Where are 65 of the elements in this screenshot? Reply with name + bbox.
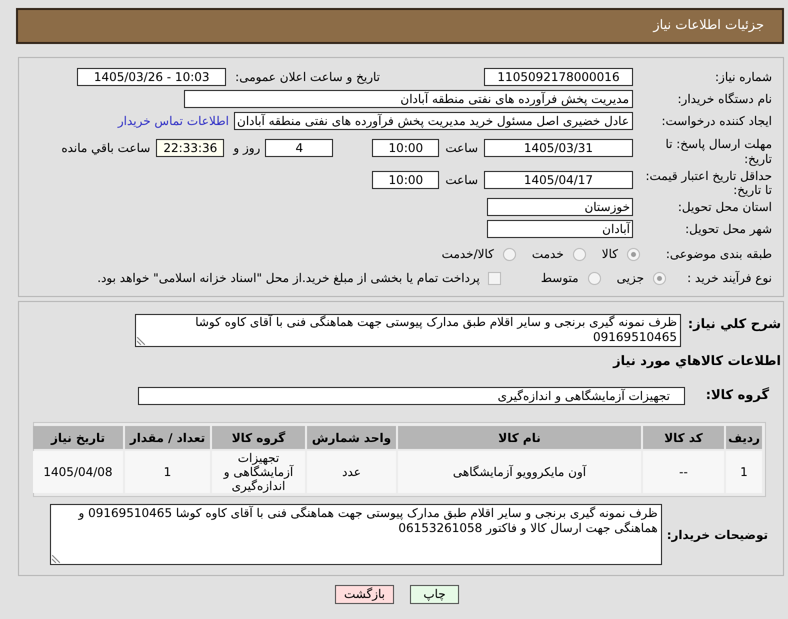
field-label: نوع فرآیند خرید : [686, 270, 772, 287]
page-title: جزئیات اطلاعات نیاز [653, 17, 764, 36]
field-label: نام دستگاه خریدار: [676, 91, 772, 108]
field-label: حداقل تاریخ اعتبار قیمت: تا تاریخ: [644, 169, 772, 197]
text-field[interactable]: تجهیزات آزمایشگاهی و اندازه‌گیری [138, 387, 685, 405]
field-label: شهر محل تحویل: [684, 221, 772, 238]
table-cell: 1 [125, 451, 210, 493]
column-header: کد کالا [643, 426, 724, 449]
text-field[interactable]: آبادان [487, 220, 633, 238]
text-field[interactable]: 1105092178000016 [484, 68, 633, 86]
table-cell: -- [643, 451, 724, 493]
column-header: نام کالا [398, 426, 641, 449]
radio-button[interactable] [588, 272, 601, 284]
description-field[interactable]: ظرف نمونه گیری برنجی و سایر اقلام طبق مدارک پیوستی جهت هماهنگی فنی با آقای کاوه کوشا 09169510465 [135, 314, 681, 347]
radio-label[interactable]: متوسط [540, 269, 579, 287]
field-label: ساعت باقي مانده [61, 140, 150, 157]
field-label: گروه کالا: [704, 386, 769, 406]
resize-grip-icon[interactable] [52, 555, 60, 563]
field-label: مهلت ارسال پاسخ: تا تاریخ: [664, 137, 772, 167]
days-field[interactable]: 4 [265, 139, 334, 157]
field-label: تاریخ و ساعت اعلان عمومی: [235, 69, 380, 86]
field-label: توضیحات خریدار: [666, 526, 768, 544]
text-field[interactable]: عادل خضیری اصل مسئول خرید مدیریت پخش فرآورده های نفتی منطقه آبادان [234, 112, 633, 130]
table-cell: آون مایکروویو آزمایشگاهی [398, 451, 641, 493]
resize-grip-icon[interactable] [137, 337, 145, 345]
text-field[interactable]: مدیریت پخش فرآورده های نفتی منطقه آبادان [184, 90, 633, 108]
field-label: ساعت [445, 140, 478, 157]
print-button[interactable]: چاپ [410, 585, 459, 604]
column-header: ردیف [726, 426, 762, 449]
back-button[interactable]: بازگشت [335, 585, 394, 604]
section-heading: اطلاعات کالاهاي مورد نیاز [613, 354, 781, 370]
field-label: استان محل تحویل: [676, 199, 772, 216]
time-field[interactable]: 10:00 [372, 171, 440, 189]
field-label: شرح کلي نیاز: [686, 316, 781, 334]
field-label: روز و [233, 140, 260, 157]
notes-field[interactable]: ظرف نمونه گیری برنجی و سایر اقلام طبق مدارک پیوستی جهت هماهنگی فنی با آقای کاوه کوشا 09169510465 و هماهنگی جهت ارسال کالا و فاکتور 06153261058 [50, 504, 662, 565]
field-label: طبقه بندی موضوعی: [664, 246, 772, 263]
field-label: ایجاد کننده درخواست: [660, 113, 772, 130]
radio-button[interactable] [572, 248, 586, 260]
column-header: تاریخ نیاز [33, 426, 123, 449]
radio-label[interactable]: کالا/خدمت [442, 245, 494, 263]
checkbox-label[interactable]: پرداخت تمام یا بخشی از مبلغ خرید.از محل "اسناد خزانه اسلامی" خواهد بود. [97, 269, 480, 287]
checkbox[interactable] [488, 272, 501, 284]
radio-label[interactable]: کالا [602, 245, 618, 263]
radio-button[interactable] [502, 248, 516, 260]
radio-label[interactable]: جزیی [616, 269, 644, 287]
column-header: تعداد / مقدار [125, 426, 210, 449]
field-label: ساعت [445, 172, 478, 189]
text-field[interactable]: خوزستان [487, 198, 633, 216]
table-cell: عدد [307, 451, 396, 493]
radio-button[interactable] [653, 272, 666, 284]
table-cell: تجهیزات آزمایشگاهی و اندازه‌گیری [212, 451, 305, 493]
radio-label[interactable]: خدمت [532, 245, 564, 263]
table-cell: 1 [726, 451, 762, 493]
date-field[interactable]: 1405/04/17 [484, 171, 633, 189]
column-header: واحد شمارش [307, 426, 396, 449]
contact-link[interactable]: اطلاعات تماس خریدار [118, 112, 229, 130]
time-field[interactable]: 10:00 [372, 139, 440, 157]
countdown-field[interactable]: 22:33:36 [156, 139, 224, 157]
table-cell: 1405/04/08 [33, 451, 123, 493]
radio-button[interactable] [627, 248, 640, 260]
field-label: شماره نیاز: [714, 69, 772, 86]
column-header: گروه کالا [212, 426, 305, 449]
date-field[interactable]: 1405/03/31 [484, 139, 633, 157]
date-time-field[interactable]: 1405/03/26 - 10:03 [77, 68, 226, 86]
